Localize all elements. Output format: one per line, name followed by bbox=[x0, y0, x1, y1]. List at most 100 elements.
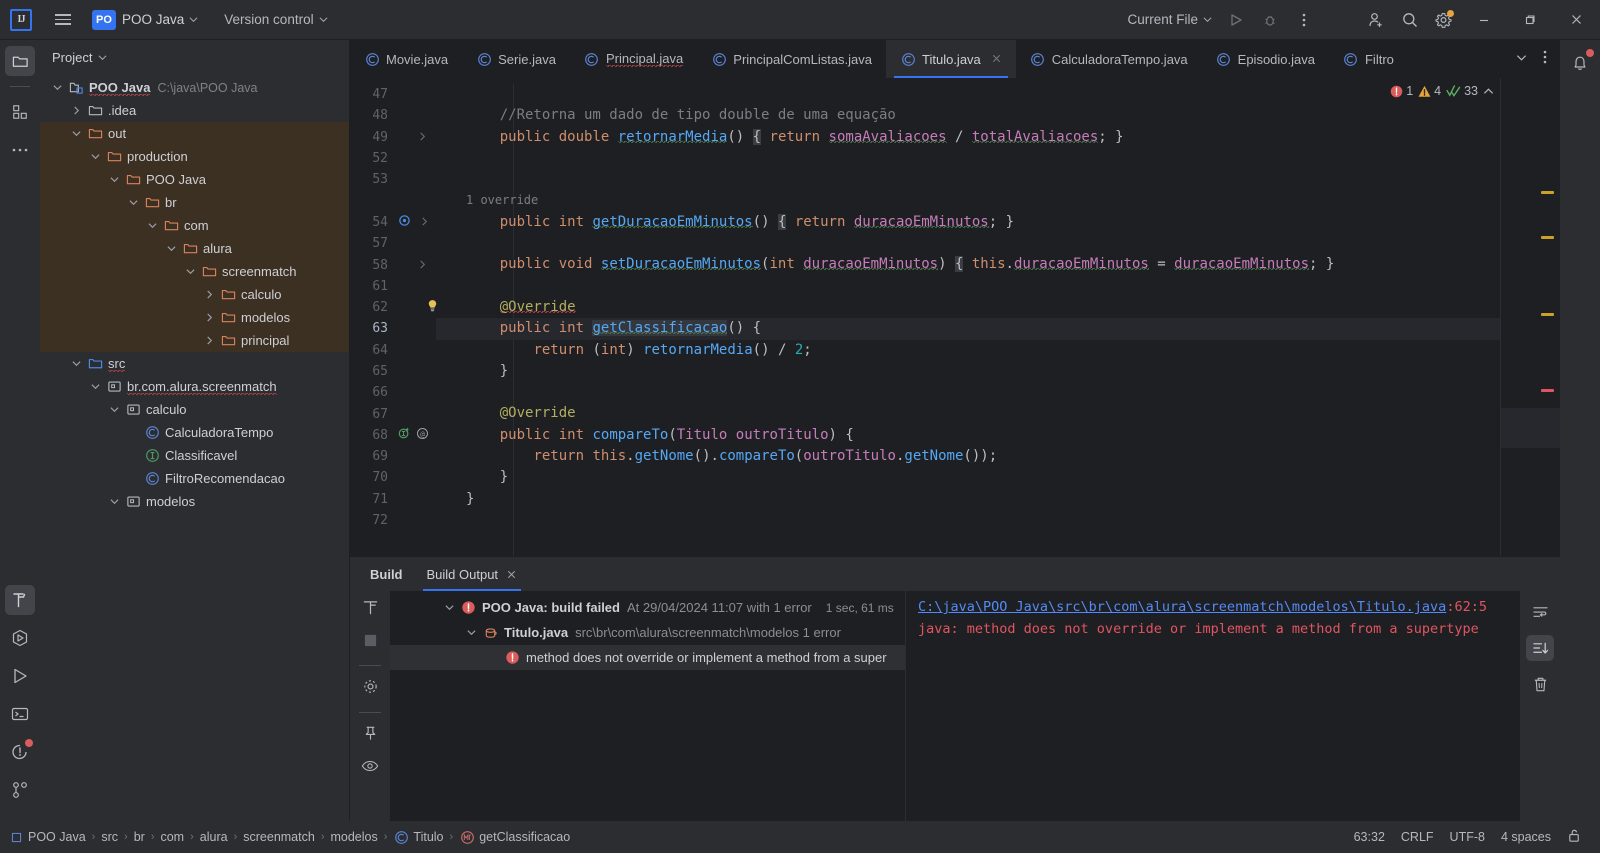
annotation-gutter-icon[interactable]: @ bbox=[416, 427, 429, 444]
gutter-line[interactable]: 64 bbox=[350, 340, 436, 361]
breadcrumb-item-titulo[interactable]: Titulo bbox=[393, 830, 444, 844]
build-console[interactable]: C:\java\POO Java\src\br\com\alura\screen… bbox=[905, 591, 1520, 821]
code-line[interactable]: return this.getNome().compareTo(outroTit… bbox=[436, 446, 1500, 467]
code-line[interactable]: } bbox=[436, 489, 1500, 510]
chevron-down-icon[interactable] bbox=[69, 127, 83, 141]
code-line[interactable]: //Retorna um dado de tipo double de uma … bbox=[436, 105, 1500, 126]
tree-node-poo-java[interactable]: POO Java bbox=[40, 168, 349, 191]
soft-wrap-icon[interactable] bbox=[1526, 599, 1554, 625]
editor-tab-principal-java[interactable]: Principal.java bbox=[570, 40, 697, 78]
notifications-icon[interactable] bbox=[1565, 48, 1595, 78]
gutter-line[interactable]: 67 bbox=[350, 403, 436, 424]
viewport-indicator[interactable] bbox=[1501, 408, 1560, 448]
chevron-down-icon[interactable] bbox=[145, 219, 159, 233]
hamburger-icon[interactable] bbox=[46, 3, 80, 37]
build-tree-row[interactable]: POO Java: build failed At 29/04/2024 11:0… bbox=[390, 595, 905, 620]
gutter-line[interactable]: 58 bbox=[350, 254, 436, 275]
project-name-button[interactable]: POO Java bbox=[116, 8, 204, 31]
chevron-down-icon[interactable] bbox=[442, 601, 456, 615]
filter-icon[interactable] bbox=[362, 599, 379, 621]
tree-node-alura[interactable]: alura bbox=[40, 237, 349, 260]
chevron-down-icon[interactable] bbox=[107, 403, 121, 417]
tab-build[interactable]: Build bbox=[358, 557, 415, 591]
chevron-right-icon[interactable] bbox=[202, 288, 216, 302]
build-tree-row[interactable]: method does not override or implement a … bbox=[390, 645, 905, 670]
tree-node-br-com-alura-screenmatch[interactable]: br.com.alura.screenmatch bbox=[40, 375, 349, 398]
code-editor[interactable]: 47 48 49 52 53 54 57 58 61 62 63 64 65 66 67 68 @69 70 71 7… bbox=[350, 78, 1560, 556]
console-file-link[interactable]: C:\java\POO Java\src\br\com\alura\screen… bbox=[918, 599, 1446, 615]
gutter-line[interactable]: 65 bbox=[350, 361, 436, 382]
chevron-down-icon[interactable] bbox=[107, 495, 121, 509]
unlocked-icon[interactable] bbox=[1567, 828, 1582, 846]
tree-node-calculo[interactable]: calculo bbox=[40, 398, 349, 421]
line-separator[interactable]: CRLF bbox=[1401, 830, 1434, 844]
tree-node-modelos[interactable]: modelos bbox=[40, 306, 349, 329]
version-control-tool-icon[interactable] bbox=[5, 775, 35, 805]
gutter-line[interactable]: 71 bbox=[350, 489, 436, 510]
tree-node-com[interactable]: com bbox=[40, 214, 349, 237]
code-line[interactable]: } bbox=[436, 467, 1500, 488]
editor-code-content[interactable]: //Retorna um dado de tipo double de uma … bbox=[436, 78, 1500, 556]
code-line[interactable]: @Override bbox=[436, 297, 1500, 318]
project-badge[interactable]: PO bbox=[92, 9, 116, 30]
more-tool-windows-icon[interactable] bbox=[5, 135, 35, 165]
chevron-down-icon[interactable] bbox=[88, 150, 102, 164]
version-control-button[interactable]: Version control bbox=[218, 8, 333, 31]
editor-tab-episodio-java[interactable]: Episodio.java bbox=[1202, 40, 1329, 78]
debug-icon[interactable] bbox=[1254, 5, 1286, 35]
code-line[interactable]: } bbox=[436, 361, 1500, 382]
window-close-button[interactable] bbox=[1554, 0, 1598, 40]
code-line[interactable] bbox=[436, 510, 1500, 531]
gutter-line[interactable]: 48 bbox=[350, 105, 436, 126]
editor-tab-calculadoratempo-java[interactable]: CalculadoraTempo.java bbox=[1016, 40, 1202, 78]
build-output-tree[interactable]: POO Java: build failed At 29/04/2024 11:0… bbox=[390, 591, 905, 821]
build-tree-row[interactable]: Titulo.java src\br\com\alura\screenmatch\… bbox=[390, 620, 905, 645]
gutter-line[interactable]: 47 bbox=[350, 84, 436, 105]
code-line[interactable]: public int getDuracaoEmMinutos() { retur… bbox=[436, 212, 1500, 233]
terminal-tool-icon[interactable] bbox=[5, 699, 35, 729]
chevron-down-icon[interactable] bbox=[50, 81, 64, 95]
chevron-down-icon[interactable] bbox=[183, 265, 197, 279]
breadcrumb-item-com[interactable]: com bbox=[160, 830, 184, 844]
eye-icon[interactable] bbox=[361, 759, 379, 778]
code-line[interactable] bbox=[436, 169, 1500, 190]
code-line[interactable]: @Override bbox=[436, 403, 1500, 424]
code-line[interactable]: public void setDuracaoEmMinutos(int dura… bbox=[436, 254, 1500, 275]
tree-node-modelos[interactable]: modelos bbox=[40, 490, 349, 513]
settings-icon[interactable] bbox=[362, 678, 379, 700]
error-marker[interactable] bbox=[1541, 389, 1554, 392]
breadcrumb-item-alura[interactable]: alura bbox=[200, 830, 228, 844]
run-icon[interactable] bbox=[1220, 5, 1252, 35]
warning-marker[interactable] bbox=[1541, 191, 1554, 194]
run-configuration-selector[interactable]: Current File bbox=[1121, 8, 1218, 31]
chevron-down-icon[interactable] bbox=[1509, 50, 1534, 68]
code-line[interactable] bbox=[436, 276, 1500, 297]
inspection-collapse-button[interactable] bbox=[1483, 86, 1494, 97]
add-user-icon[interactable] bbox=[1360, 5, 1392, 35]
breadcrumb-item-screenmatch[interactable]: screenmatch bbox=[243, 830, 315, 844]
chevron-right-icon[interactable] bbox=[202, 311, 216, 325]
project-panel-header[interactable]: Project bbox=[40, 40, 349, 74]
build-panel-tabs[interactable]: Build Build Output bbox=[350, 557, 1560, 591]
fold-arrow-icon[interactable] bbox=[420, 215, 429, 230]
chevron-down-icon[interactable] bbox=[107, 173, 121, 187]
chevron-right-icon[interactable] bbox=[202, 334, 216, 348]
gutter-line[interactable]: 66 bbox=[350, 382, 436, 403]
tree-node-principal[interactable]: principal bbox=[40, 329, 349, 352]
editor-tab-bar[interactable]: Movie.java Serie.java Principal.java Princi… bbox=[350, 40, 1560, 78]
editor-tab-movie-java[interactable]: Movie.java bbox=[350, 40, 462, 78]
gutter-line[interactable]: 49 bbox=[350, 127, 436, 148]
overridden-method-icon[interactable] bbox=[398, 214, 411, 231]
check-count-chip[interactable]: 33 bbox=[1446, 84, 1478, 98]
breadcrumb-item-getclassificacao[interactable]: getClassificacao bbox=[459, 830, 570, 844]
editor-tab-filtro[interactable]: Filtro bbox=[1329, 40, 1408, 78]
gutter-line[interactable]: 63 bbox=[350, 318, 436, 339]
gutter-line[interactable] bbox=[350, 190, 436, 211]
tree-node-out[interactable]: out bbox=[40, 122, 349, 145]
code-line[interactable] bbox=[436, 382, 1500, 403]
inlay-hint-label[interactable]: 1 override bbox=[466, 193, 538, 207]
search-icon[interactable] bbox=[1394, 5, 1426, 35]
breadcrumb-item-modelos[interactable]: modelos bbox=[330, 830, 377, 844]
breadcrumb[interactable]: POO Java › src › br › com › alura › screenmatch › mo… bbox=[8, 830, 570, 844]
tree-node-production[interactable]: production bbox=[40, 145, 349, 168]
